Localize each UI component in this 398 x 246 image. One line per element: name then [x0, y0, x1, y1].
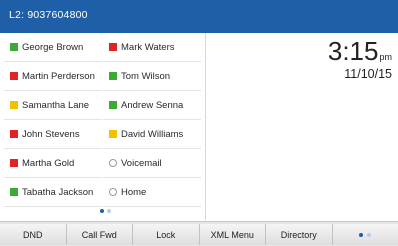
directory-softkey[interactable]: Directory — [266, 224, 333, 245]
presence-icon — [10, 101, 18, 109]
presence-icon — [10, 43, 18, 51]
contact-name: David Williams — [121, 128, 184, 140]
clock-time-line: 3:15pm — [242, 36, 392, 66]
contact-tabatha-jackson[interactable]: Tabatha Jackson — [4, 178, 102, 207]
contact-martha-gold[interactable]: Martha Gold — [4, 149, 102, 178]
contact-tom-wilson[interactable]: Tom Wilson — [103, 62, 201, 91]
contact-name: John Stevens — [22, 128, 80, 140]
contact-name: Mark Waters — [121, 41, 175, 53]
contact-name: Tabatha Jackson — [22, 186, 94, 198]
page-dot-active-icon — [100, 209, 104, 213]
presence-icon — [109, 72, 117, 80]
clock-ampm: pm — [379, 52, 392, 62]
contact-andrew-senna[interactable]: Andrew Senna — [103, 91, 201, 120]
presence-icon — [109, 43, 117, 51]
presence-icon — [10, 188, 18, 196]
ring-icon — [109, 159, 117, 167]
contact-column-right: Mark Waters Tom Wilson Andrew Senna Davi… — [103, 33, 201, 207]
contact-column-left: George Brown Martin Perderson Samantha L… — [4, 33, 102, 207]
softkey-bar: DND Call Fwd Lock XML Menu Directory — [0, 221, 398, 246]
clock-widget: 3:15pm 11/10/15 — [242, 36, 392, 92]
presence-icon — [10, 159, 18, 167]
contact-john-stevens[interactable]: John Stevens — [4, 120, 102, 149]
more-softkeys-button[interactable] — [332, 224, 398, 245]
contact-name: Home — [121, 186, 147, 198]
presence-icon — [10, 72, 18, 80]
contact-name: Voicemail — [121, 157, 162, 169]
contact-david-williams[interactable]: David Williams — [103, 120, 201, 149]
presence-icon — [10, 130, 18, 138]
presence-icon — [109, 130, 117, 138]
contact-name: Andrew Senna — [121, 99, 184, 111]
clock-time: 3:15 — [327, 36, 379, 66]
contact-name: Samantha Lane — [22, 99, 90, 111]
line-label: L2: 9037604800 — [9, 9, 88, 21]
page-dot-active-icon — [359, 232, 364, 237]
contact-name: Martha Gold — [22, 157, 75, 169]
contact-samantha-lane[interactable]: Samantha Lane — [4, 91, 102, 120]
clock-date: 11/10/15 — [344, 67, 392, 81]
phone-screen: L2: 9037604800 George Brown Martin Perde… — [0, 0, 398, 246]
speed-dial-panel: George Brown Martin Perderson Samantha L… — [0, 33, 205, 220]
page-dot-icon — [367, 232, 372, 237]
contact-mark-waters[interactable]: Mark Waters — [103, 33, 201, 62]
status-bar: L2: 9037604800 — [0, 0, 398, 33]
page-dot-icon — [107, 209, 111, 213]
home-key[interactable]: Home — [103, 178, 201, 207]
call-forward-softkey[interactable]: Call Fwd — [66, 224, 133, 245]
xml-menu-softkey[interactable]: XML Menu — [199, 224, 266, 245]
contact-george-brown[interactable]: George Brown — [4, 33, 102, 62]
contact-martin-perderson[interactable]: Martin Perderson — [4, 62, 102, 91]
presence-icon — [109, 101, 117, 109]
panel-divider — [205, 33, 206, 220]
ring-icon — [109, 188, 117, 196]
contact-name: Tom Wilson — [121, 70, 171, 82]
contact-name: Martin Perderson — [22, 70, 95, 82]
page-indicator[interactable] — [100, 209, 111, 215]
dnd-softkey[interactable]: DND — [0, 224, 67, 245]
voicemail-key[interactable]: Voicemail — [103, 149, 201, 178]
lock-softkey[interactable]: Lock — [133, 224, 200, 245]
contact-name: George Brown — [22, 41, 84, 53]
